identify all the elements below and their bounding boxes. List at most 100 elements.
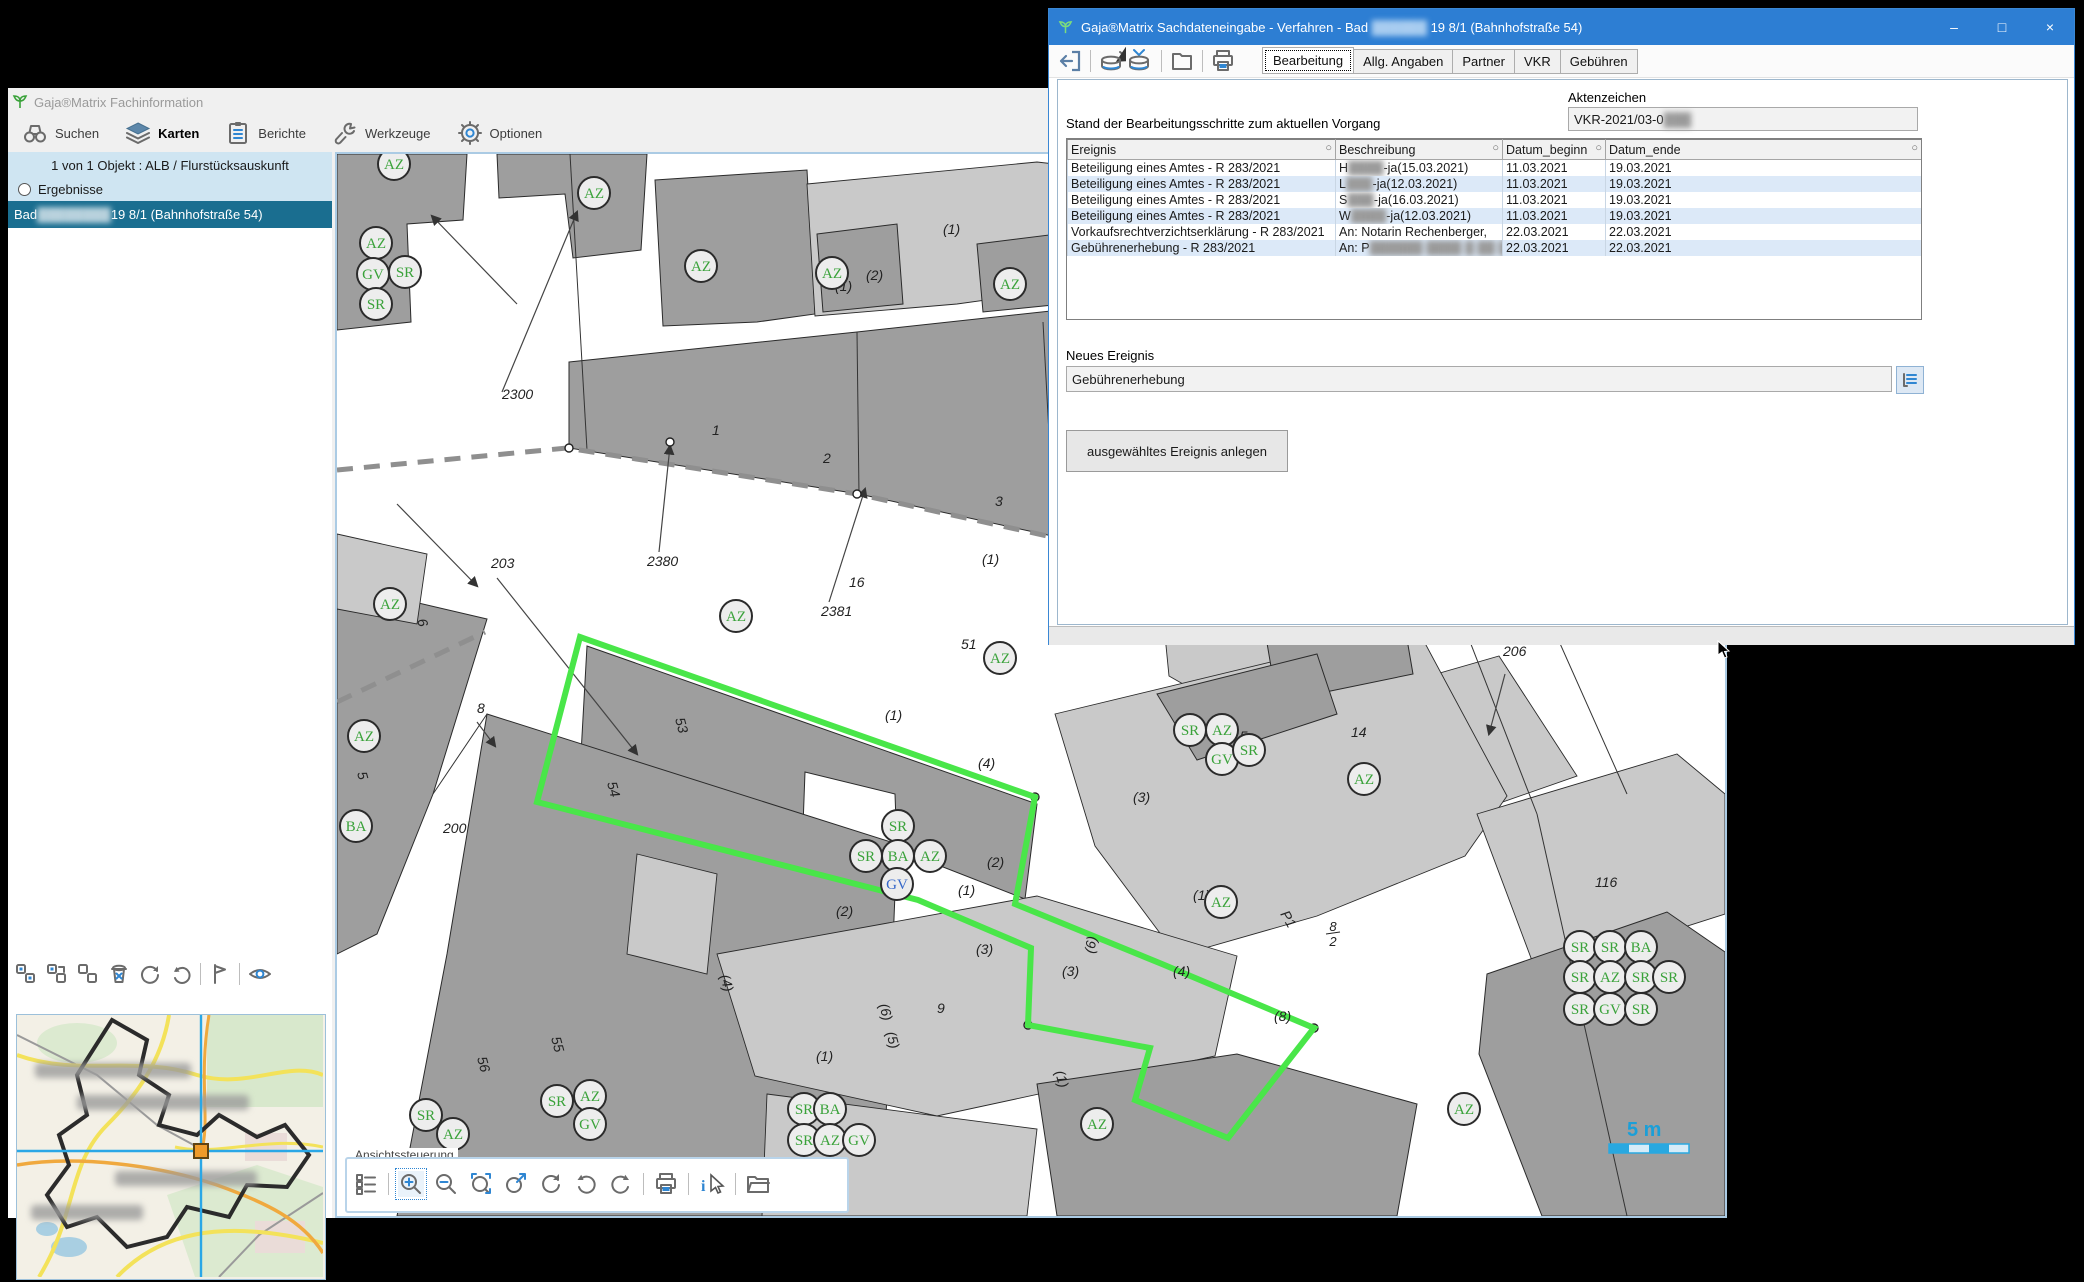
parcel-marker-az[interactable]: AZ	[374, 588, 406, 620]
parcel-marker-az[interactable]: AZ	[984, 642, 1016, 674]
parcel-marker-sr[interactable]: SR	[1564, 993, 1596, 1025]
tab-allg-angaben[interactable]: Allg. Angaben	[1354, 49, 1453, 74]
filter-circle-icon[interactable]: ○	[1325, 142, 1332, 154]
clear-selection-icon[interactable]	[107, 962, 131, 986]
column-header[interactable]: Datum_beginn○	[1503, 140, 1606, 160]
overview-minimap[interactable]	[16, 1014, 326, 1280]
ereignis-anlegen-button[interactable]: ausgewähltes Ereignis anlegen	[1066, 430, 1288, 472]
info-select-icon[interactable]: i	[698, 1171, 726, 1197]
print-map-icon[interactable]	[653, 1171, 679, 1197]
parcel-marker-az[interactable]: AZ	[1448, 1093, 1480, 1125]
close-button[interactable]: ×	[2026, 9, 2074, 45]
refresh-view-icon[interactable]	[538, 1171, 564, 1197]
radio-icon[interactable]	[18, 183, 31, 196]
parcel-marker-sr[interactable]: SR	[360, 288, 392, 320]
event-row[interactable]: Gebührenerhebung - R 283/2021An: P██████…	[1068, 240, 1922, 256]
event-row[interactable]: Beteiligung eines Amtes - R 283/2021H███…	[1068, 160, 1922, 177]
parcel-marker-sr[interactable]: SR	[1594, 931, 1626, 963]
parcel-marker-gv[interactable]: GV	[357, 258, 389, 290]
select-empty-icon[interactable]	[76, 962, 100, 986]
parcel-marker-az[interactable]: AZ	[578, 177, 610, 209]
parcel-marker-az[interactable]: AZ	[1081, 1108, 1113, 1140]
filter-circle-icon[interactable]: ○	[1595, 142, 1602, 154]
parcel-marker-sr[interactable]: SR	[389, 256, 421, 288]
zoom-in-icon[interactable]	[398, 1171, 424, 1197]
parcel-marker-az[interactable]: AZ	[914, 840, 946, 872]
suchen-button[interactable]: Suchen	[12, 117, 109, 149]
filter-circle-icon[interactable]: ○	[1492, 142, 1499, 154]
events-table[interactable]: Ereignis○Beschreibung○Datum_beginn○Datum…	[1067, 139, 1922, 256]
undo-view-icon[interactable]	[573, 1171, 599, 1197]
parcel-marker-az[interactable]: AZ	[437, 1118, 469, 1150]
tab-partner[interactable]: Partner	[1453, 49, 1515, 74]
aktenzeichen-field[interactable]: VKR-2021/03-0███	[1568, 107, 1918, 131]
parcel-marker-az[interactable]: AZ	[1348, 763, 1380, 795]
tab-vkr[interactable]: VKR	[1515, 49, 1561, 74]
parcel-marker-sr[interactable]: SR	[850, 840, 882, 872]
parcel-marker-sr[interactable]: SR	[1564, 931, 1596, 963]
parcel-marker-sr[interactable]: SR	[882, 810, 914, 842]
event-row[interactable]: Beteiligung eines Amtes - R 283/2021L███…	[1068, 176, 1922, 192]
parcel-marker-az[interactable]: AZ	[378, 154, 410, 180]
parcel-marker-gv[interactable]: GV	[843, 1124, 875, 1156]
redo-view-icon[interactable]	[608, 1171, 634, 1197]
parcel-marker-ba[interactable]: BA	[814, 1093, 846, 1125]
parcel-marker-az[interactable]: AZ	[720, 600, 752, 632]
parcel-marker-gv[interactable]: GV	[881, 868, 913, 900]
zoom-extent-icon[interactable]	[468, 1171, 494, 1197]
parcel-marker-gv[interactable]: GV	[574, 1108, 606, 1140]
db-load-icon[interactable]	[1098, 47, 1126, 75]
print-icon[interactable]	[1210, 48, 1236, 74]
zoom-dynamic-icon[interactable]	[503, 1171, 529, 1197]
parcel-marker-sr[interactable]: SR	[1564, 961, 1596, 993]
event-row[interactable]: Beteiligung eines Amtes - R 283/2021S███…	[1068, 192, 1922, 208]
select-part-icon[interactable]	[45, 962, 69, 986]
minimize-button[interactable]: –	[1930, 9, 1978, 45]
ergebnisse-row[interactable]: Ergebnisse	[8, 178, 332, 201]
parcel-marker-az[interactable]: AZ	[1205, 886, 1237, 918]
tab-geb-hren[interactable]: Gebühren	[1561, 49, 1638, 74]
parcel-marker-ba[interactable]: BA	[340, 810, 372, 842]
ereignis-list-button[interactable]	[1896, 366, 1924, 394]
parcel-marker-sr[interactable]: SR	[1174, 714, 1206, 746]
filter-circle-icon[interactable]: ○	[1911, 142, 1918, 154]
folder-icon[interactable]	[1169, 48, 1195, 74]
parcel-marker-az[interactable]: AZ	[685, 250, 717, 282]
werkzeuge-button[interactable]: Werkzeuge	[322, 117, 441, 149]
eye-icon[interactable]	[247, 962, 273, 986]
maximize-button[interactable]: □	[1978, 9, 2026, 45]
parcel-marker-az[interactable]: AZ	[814, 1124, 846, 1156]
event-row[interactable]: Vorkaufsrechtverzichtserklärung - R 283/…	[1068, 224, 1922, 240]
zoom-out-icon[interactable]	[433, 1171, 459, 1197]
column-header[interactable]: Beschreibung○	[1336, 140, 1503, 160]
selected-result-item[interactable]: Bad ████████ 19 8/1 (Bahnhofstraße 54)	[8, 201, 332, 228]
column-header[interactable]: Datum_ende○	[1606, 140, 1922, 160]
parcel-marker-sr[interactable]: SR	[1653, 961, 1685, 993]
berichte-button[interactable]: Berichte	[215, 117, 316, 149]
parcel-marker-az[interactable]: AZ	[816, 257, 848, 289]
karten-button[interactable]: Karten	[115, 117, 209, 149]
parcel-marker-gv[interactable]: GV	[1594, 993, 1626, 1025]
db-save-icon[interactable]	[1126, 47, 1154, 75]
select-add-icon[interactable]	[14, 962, 38, 986]
parcel-marker-az[interactable]: AZ	[348, 720, 380, 752]
open-folder-icon[interactable]	[745, 1171, 771, 1197]
flag-icon[interactable]	[208, 962, 232, 986]
exit-icon[interactable]	[1057, 48, 1083, 74]
legend-list-icon[interactable]	[353, 1171, 379, 1197]
dialog-titlebar[interactable]: Gaja®Matrix Sachdateneingabe - Verfahren…	[1049, 9, 2074, 45]
parcel-marker-sr[interactable]: SR	[1233, 734, 1265, 766]
parcel-marker-sr[interactable]: SR	[541, 1085, 573, 1117]
parcel-marker-ba[interactable]: BA	[1625, 931, 1657, 963]
event-row[interactable]: Beteiligung eines Amtes - R 283/2021W███…	[1068, 208, 1922, 224]
optionen-button[interactable]: Optionen	[447, 117, 553, 149]
parcel-marker-az[interactable]: AZ	[1206, 714, 1238, 746]
parcel-marker-az[interactable]: AZ	[1594, 961, 1626, 993]
parcel-marker-az[interactable]: AZ	[360, 227, 392, 259]
undo-icon[interactable]	[169, 962, 193, 986]
column-header[interactable]: Ereignis○	[1068, 140, 1336, 160]
neues-ereignis-field[interactable]: Gebührenerhebung	[1066, 366, 1892, 392]
parcel-marker-sr[interactable]: SR	[410, 1099, 442, 1131]
parcel-marker-az[interactable]: AZ	[994, 268, 1026, 300]
tab-bearbeitung[interactable]: Bearbeitung	[1262, 47, 1354, 74]
